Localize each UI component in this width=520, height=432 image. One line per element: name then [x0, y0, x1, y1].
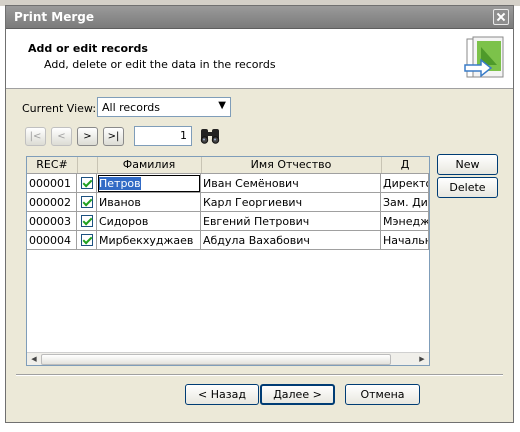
prev-record-button[interactable]: <: [51, 127, 72, 146]
print-merge-dialog: Print Merge Add or edit records Add, del…: [5, 5, 514, 423]
include-checkbox[interactable]: [81, 215, 93, 227]
current-view-select[interactable]: All records ▼: [97, 97, 231, 117]
column-header-surname[interactable]: Фамилия: [97, 157, 202, 173]
table-row[interactable]: 000003 Сидоров Евгений Петрович Мэнедж: [27, 212, 429, 231]
rec-cell: 000002: [27, 193, 77, 212]
delete-record-button[interactable]: Delete: [437, 177, 498, 198]
position-cell[interactable]: Зам. Дир: [381, 193, 429, 212]
last-record-button[interactable]: >|: [103, 127, 124, 146]
rec-cell: 000004: [27, 231, 77, 250]
new-record-button[interactable]: New: [437, 154, 498, 175]
name-cell[interactable]: Евгений Петрович: [201, 212, 381, 231]
surname-cell[interactable]: Мирбекхуджаев: [97, 231, 201, 250]
records-grid[interactable]: REC# Фамилия Имя Отчество Д 000001 Петро…: [26, 156, 430, 366]
footer-divider: [16, 374, 503, 376]
page-title: Add or edit records: [28, 42, 148, 55]
table-row[interactable]: 000002 Иванов Карл Георгиевич Зам. Дир: [27, 193, 429, 212]
position-cell[interactable]: Начальн: [381, 231, 429, 250]
surname-cell[interactable]: Петров: [97, 174, 201, 193]
merge-document-icon: [464, 36, 504, 78]
surname-cell-text: Петров: [99, 177, 141, 190]
surname-cell[interactable]: Сидоров: [97, 212, 201, 231]
window-title: Print Merge: [14, 10, 95, 24]
column-header-position[interactable]: Д: [381, 157, 429, 173]
include-checkbox[interactable]: [81, 196, 93, 208]
current-view-value: All records: [102, 101, 161, 114]
include-checkbox[interactable]: [81, 234, 93, 246]
table-row[interactable]: 000001 Петров Иван Семёнович Директо: [27, 174, 429, 193]
next-record-button[interactable]: >: [77, 127, 98, 146]
table-row[interactable]: 000004 Мирбекхуджаев Абдула Вахабович На…: [27, 231, 429, 250]
close-icon[interactable]: [493, 9, 509, 25]
position-cell[interactable]: Директо: [381, 174, 429, 193]
column-header-include[interactable]: [77, 157, 98, 173]
record-number-input[interactable]: 1: [134, 126, 192, 146]
include-checkbox[interactable]: [81, 177, 93, 189]
current-view-label: Current View:: [22, 102, 97, 115]
rec-cell: 000001: [27, 174, 77, 193]
grid-header: REC# Фамилия Имя Отчество Д: [27, 157, 429, 174]
title-bar: Print Merge: [6, 6, 513, 29]
name-cell[interactable]: Карл Георгиевич: [201, 193, 381, 212]
horizontal-scrollbar[interactable]: ◀ ▶: [27, 352, 429, 365]
next-button[interactable]: Далее >: [260, 384, 335, 405]
scroll-thumb[interactable]: [41, 354, 391, 365]
chevron-down-icon: ▼: [218, 100, 226, 111]
binoculars-icon[interactable]: [198, 125, 222, 146]
first-record-button[interactable]: |<: [25, 127, 46, 146]
name-cell[interactable]: Иван Семёнович: [201, 174, 381, 193]
column-header-rec[interactable]: REC#: [27, 157, 78, 173]
back-button[interactable]: < Назад: [185, 384, 259, 405]
page-subtitle: Add, delete or edit the data in the reco…: [44, 58, 276, 71]
scroll-right-icon[interactable]: ▶: [416, 354, 428, 364]
position-cell[interactable]: Мэнедж: [381, 212, 429, 231]
scroll-left-icon[interactable]: ◀: [28, 354, 40, 364]
cancel-button[interactable]: Отмена: [345, 384, 420, 405]
name-cell[interactable]: Абдула Вахабович: [201, 231, 381, 250]
surname-cell[interactable]: Иванов: [97, 193, 201, 212]
column-header-name[interactable]: Имя Отчество: [201, 157, 382, 173]
rec-cell: 000003: [27, 212, 77, 231]
wizard-header: Add or edit records Add, delete or edit …: [6, 29, 513, 89]
